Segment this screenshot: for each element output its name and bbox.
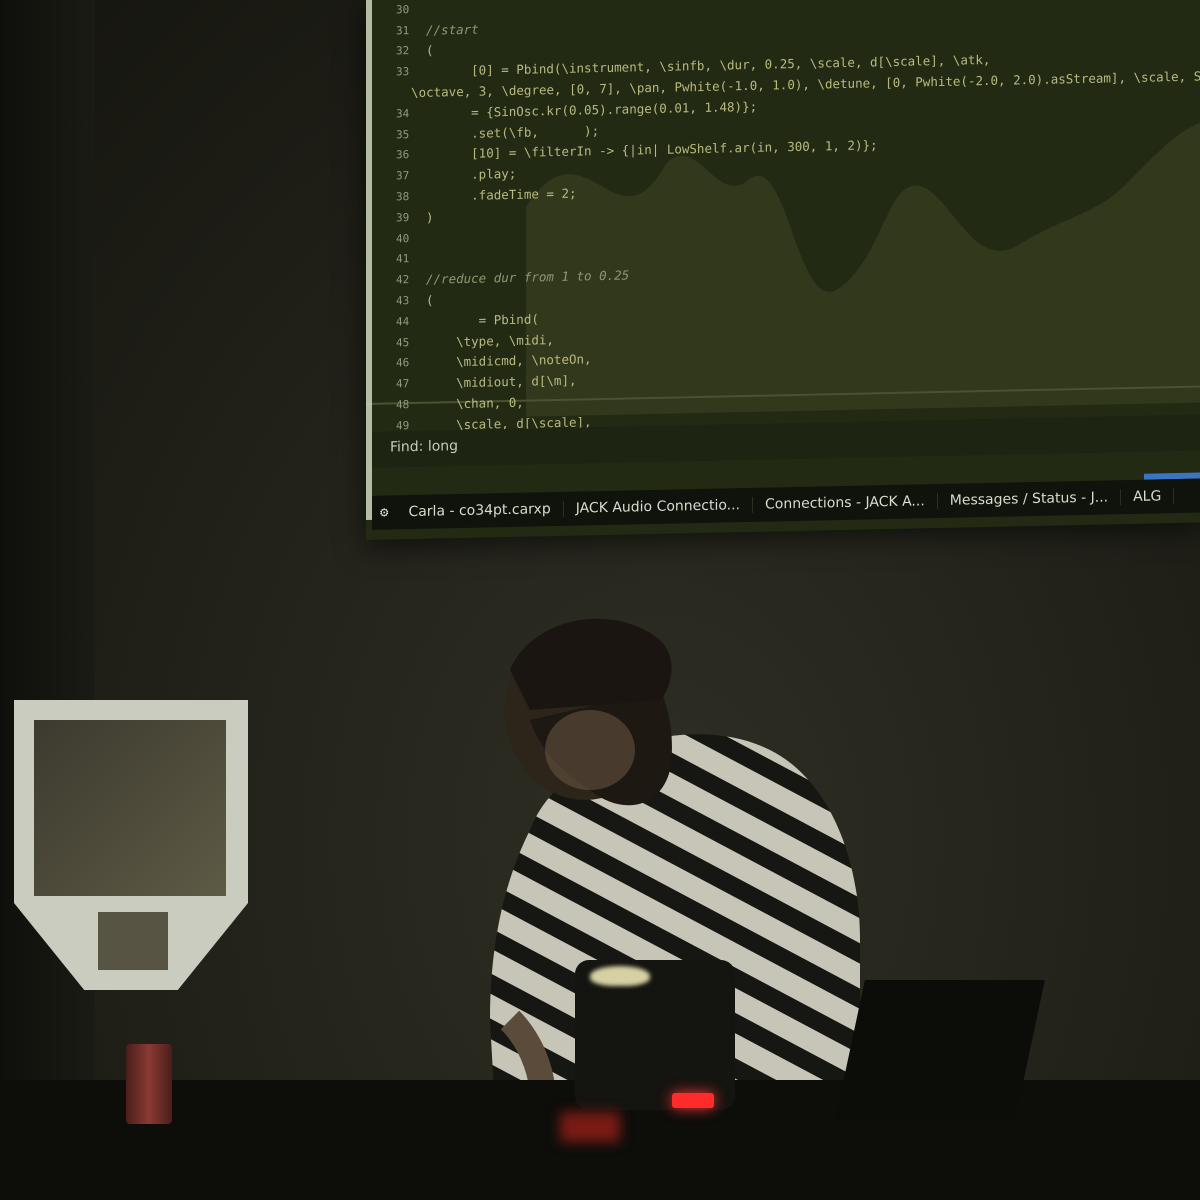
- screen-edge: [366, 0, 372, 520]
- code-text: (: [426, 43, 434, 59]
- lamp-light: [590, 966, 650, 986]
- line-number: 39: [396, 210, 410, 225]
- taskbar-item-alg[interactable]: ALG: [1121, 488, 1175, 506]
- line-number: 38: [396, 190, 410, 204]
- code-text: \type, \midi,: [426, 331, 554, 350]
- taskbar-item-messages[interactable]: Messages / Status - J...: [937, 489, 1122, 510]
- stage-monitor-screen: [34, 720, 226, 896]
- code-text: //start: [426, 21, 479, 38]
- red-glow: [560, 1112, 620, 1142]
- line-number: 42: [396, 273, 410, 287]
- line-number: 37: [396, 169, 410, 183]
- stage-monitor-slot: [98, 912, 168, 970]
- code-text: = Pbind(: [426, 311, 539, 329]
- line-number: 48: [396, 398, 410, 412]
- laptop: [835, 980, 1045, 1120]
- line-number: 36: [396, 148, 410, 162]
- code-text: .fadeTime = 2;: [426, 185, 577, 204]
- led-display: [672, 1093, 714, 1108]
- drink-can: [126, 1044, 172, 1124]
- code-editor: 30 31//start 32(33 [0] = Pbind(\instrument…: [396, 0, 1200, 436]
- line-number: 40: [396, 231, 410, 246]
- code-text: \midicmd, \noteOn,: [426, 351, 592, 371]
- code-text: \chan, 0,: [426, 394, 524, 412]
- line-number: 34: [396, 106, 410, 121]
- line-number: 41: [396, 252, 410, 266]
- line-number: 44: [396, 314, 410, 329]
- line-number: 43: [396, 294, 410, 308]
- taskbar-item-jack-audio[interactable]: JACK Audio Connectio...: [563, 496, 754, 517]
- code-text: .play;: [426, 166, 517, 184]
- line-number: 30: [396, 2, 410, 17]
- code-text: ): [426, 209, 434, 225]
- line-number: 31: [396, 23, 410, 38]
- line-number: 47: [396, 377, 410, 391]
- find-label: Find: long: [390, 438, 459, 456]
- taskbar-item-connections[interactable]: Connections - JACK A...: [753, 493, 938, 513]
- code-text: \midiout, d[\m],: [426, 372, 577, 391]
- line-number: 33: [396, 65, 410, 79]
- line-number: 45: [396, 335, 410, 350]
- line-number: 32: [396, 44, 410, 58]
- left-wall-shadow: [0, 0, 95, 1200]
- projection-screen: 30 31//start 32(33 [0] = Pbind(\instrument…: [366, 0, 1200, 540]
- code-text: (: [426, 292, 434, 308]
- photo-scene: 30 31//start 32(33 [0] = Pbind(\instrument…: [0, 0, 1200, 1200]
- tray-gear-icon[interactable]: ⚙: [372, 504, 396, 521]
- code-text: //reduce dur from 1 to 0.25: [426, 267, 630, 287]
- line-number: 35: [396, 127, 410, 142]
- line-number: 46: [396, 356, 410, 370]
- taskbar-item-carla[interactable]: Carla - co34pt.carxp: [396, 500, 564, 521]
- code-text: .set(\fb, );: [426, 122, 600, 142]
